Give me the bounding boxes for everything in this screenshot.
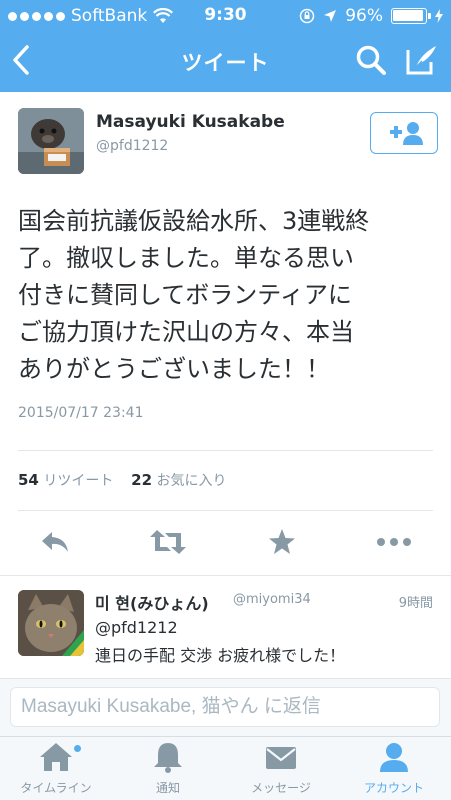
reply-bar <box>0 678 451 736</box>
reply-avatar[interactable] <box>18 590 84 656</box>
tab-messages[interactable]: メッセージ <box>225 737 337 800</box>
add-user-icon <box>390 122 423 145</box>
search-icon <box>356 45 386 75</box>
author-handle: @pfd1212 <box>96 138 169 154</box>
tweet-text-line: ありがとうございました！！ <box>18 355 330 383</box>
compose-icon <box>406 46 436 75</box>
favorite-button[interactable] <box>262 524 302 560</box>
reply-tweet[interactable]: 미 현(みひょん) @miyomi34 9時間 @pfd1212 連日の手配 交… <box>0 578 451 674</box>
tweet-text-line: 付きに賛同してボランティアに <box>18 281 352 309</box>
follow-button[interactable] <box>370 112 438 154</box>
cat-avatar-image <box>18 590 84 656</box>
tweet-actions <box>0 520 451 564</box>
tab-label: メッセージ <box>251 781 311 795</box>
reply-time: 9時間 <box>398 596 433 611</box>
tweet-text-line: ご協力頂けた沢山の方々、本当 <box>18 318 354 346</box>
reply-author-handle: @miyomi34 <box>233 592 311 607</box>
author-avatar[interactable] <box>18 108 84 174</box>
author-name[interactable]: Masayuki Kusakabe <box>96 112 285 132</box>
tweet-stats: 54 リツイート 22 お気に入り <box>18 470 226 490</box>
unread-dot <box>74 745 81 752</box>
rotation-lock-icon <box>299 8 315 24</box>
battery-icon <box>391 8 431 24</box>
retweet-label[interactable]: リツイート <box>43 473 113 489</box>
status-bar: SoftBank 9:30 96% <box>0 0 451 32</box>
reply-mention[interactable]: @pfd1212 <box>95 618 178 637</box>
location-icon <box>324 10 337 22</box>
home-icon <box>40 743 72 771</box>
battery-percent: 96% <box>345 6 383 26</box>
tweet-text-line: 了。撤収しました。単なる思い <box>18 244 354 272</box>
reply-button[interactable] <box>36 524 76 560</box>
divider <box>18 450 433 451</box>
tab-label: アカウント <box>363 781 424 795</box>
reply-icon <box>42 532 68 552</box>
retweet-count[interactable]: 54 <box>18 471 39 489</box>
tweet-text: 国会前抗議仮設給水所、3連戦終 了。撤収しました。単なる思い 付きに賛同してボラ… <box>18 203 438 388</box>
retweet-button[interactable] <box>148 524 188 560</box>
favorite-label[interactable]: お気に入り <box>156 473 226 489</box>
tweet-author: Masayuki Kusakabe @pfd1212 <box>18 108 438 178</box>
tab-label: 通知 <box>155 781 180 795</box>
tweet-text-line: 国会前抗議仮設給水所、3連戦終 <box>18 207 370 235</box>
bell-icon <box>154 743 182 773</box>
divider <box>18 510 433 511</box>
tab-notifications[interactable]: 通知 <box>112 737 224 800</box>
avatar-image <box>18 108 84 174</box>
more-icon <box>377 538 411 546</box>
top-bar: SoftBank 9:30 96% ツイート <box>0 0 451 92</box>
person-icon <box>380 743 408 772</box>
tweet-timestamp: 2015/07/17 23:41 <box>18 405 144 421</box>
search-button[interactable] <box>353 42 389 78</box>
tab-account[interactable]: アカウント <box>338 737 450 800</box>
retweet-icon <box>150 530 186 554</box>
tab-label: タイムライン <box>20 781 92 795</box>
reply-author-name[interactable]: 미 현(みひょん) <box>95 590 209 614</box>
favorite-count[interactable]: 22 <box>131 471 152 489</box>
tab-bar: タイムライン 通知 メッセージ アカウント <box>0 736 451 800</box>
nav-bar: ツイート <box>0 32 451 92</box>
reply-text: 連日の手配 交渉 お疲れ様でした！ <box>95 646 346 665</box>
charging-icon <box>435 9 443 23</box>
more-button[interactable] <box>374 524 414 560</box>
envelope-icon <box>266 747 296 769</box>
reply-input[interactable] <box>10 687 440 727</box>
divider <box>0 575 451 576</box>
compose-button[interactable] <box>403 42 439 78</box>
star-icon <box>269 529 295 554</box>
tab-timeline[interactable]: タイムライン <box>0 737 112 800</box>
